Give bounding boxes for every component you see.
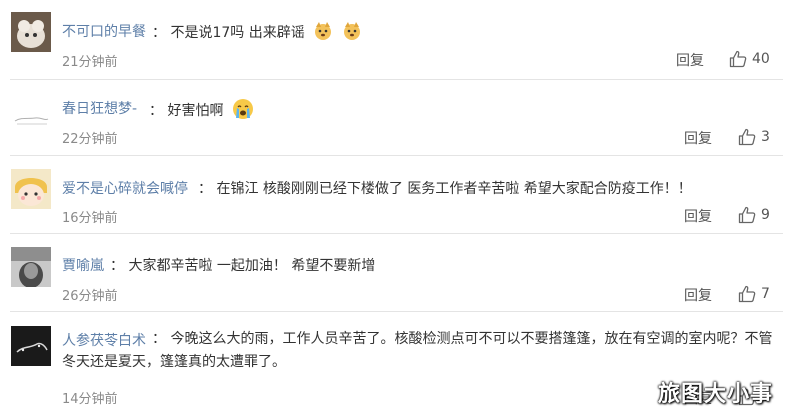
- comment-body: 不是说17吗 出来辟谣: [170, 25, 305, 41]
- comment-body: 今晚这么大的雨，工作人员辛苦了。核酸检测点可不可以不要搭篷篷，放在有空调的室内呢…: [62, 331, 773, 370]
- avatar[interactable]: [11, 169, 51, 209]
- author-separator: ：: [152, 331, 166, 347]
- comment-item: 春日狂想梦- ： 好害怕啊 22分钟前 回复 3: [0, 80, 795, 156]
- comment-time: 16分钟前: [62, 211, 118, 226]
- like-count: 40: [752, 51, 770, 67]
- comment-author[interactable]: 爱不是心碎就会喊停: [62, 178, 188, 198]
- comment-item: 賈喻嵐 ： 大家都辛苦啦 一起加油！ 希望不要新增 26分钟前 回复 7: [0, 234, 795, 312]
- dog-emoji-icon: [342, 21, 362, 45]
- like-button[interactable]: 3: [738, 128, 770, 146]
- author-separator: ：: [149, 103, 163, 119]
- like-button[interactable]: 9: [738, 206, 770, 224]
- avatar[interactable]: [11, 12, 51, 52]
- comment-author[interactable]: 賈喻嵐: [62, 255, 104, 275]
- comment-text: ： 大家都辛苦啦 一起加油！ 希望不要新增: [110, 255, 375, 275]
- like-count: 9: [761, 207, 770, 223]
- comment-time: 14分钟前: [62, 392, 118, 407]
- comment-body: 大家都辛苦啦 一起加油！ 希望不要新增: [128, 258, 376, 274]
- comment-item: 爱不是心碎就会喊停 ： 在锦江 核酸刚刚已经下楼做了 医务工作者辛苦啦 希望大家…: [0, 156, 795, 234]
- dog-emoji-icon: [313, 21, 333, 45]
- comment-author[interactable]: 不可口的早餐: [62, 21, 146, 41]
- comment-time: 21分钟前: [62, 55, 118, 70]
- reply-button[interactable]: 回复: [676, 50, 704, 70]
- comment-text: ： 不是说17吗 出来辟谣: [152, 21, 362, 45]
- thumbs-up-icon: [738, 128, 756, 146]
- comment-text: ： 今晚这么大的雨，工作人员辛苦了。核酸检测点可不可以不要搭篷篷，放在有空调的室…: [62, 328, 777, 374]
- comment-text: ： 在锦江 核酸刚刚已经下楼做了 医务工作者辛苦啦 希望大家配合防疫工作！！: [198, 178, 692, 198]
- comment-body: 好害怕啊: [167, 103, 224, 119]
- comment-text: ： 好害怕啊: [149, 98, 254, 124]
- like-count: 7: [761, 286, 770, 302]
- comment-item: 不可口的早餐 ： 不是说17吗 出来辟谣 21分钟前 回复 40: [0, 0, 795, 80]
- like-button[interactable]: 7: [738, 285, 770, 303]
- thumbs-up-icon: [738, 206, 756, 224]
- crying-face-icon: [232, 98, 254, 124]
- watermark: 旅图大小事: [657, 382, 773, 407]
- comment-time: 26分钟前: [62, 289, 118, 304]
- thumbs-up-icon: [738, 285, 756, 303]
- author-separator: ：: [110, 258, 124, 274]
- like-button[interactable]: 40: [729, 50, 770, 68]
- like-count: 3: [761, 129, 770, 145]
- avatar[interactable]: [11, 91, 51, 131]
- comment-time: 22分钟前: [62, 132, 118, 147]
- comment-body: 在锦江 核酸刚刚已经下楼做了 医务工作者辛苦啦 希望大家配合防疫工作！！: [216, 181, 692, 197]
- thumbs-up-icon: [729, 50, 747, 68]
- author-separator: ：: [152, 25, 166, 41]
- avatar[interactable]: [11, 247, 51, 287]
- author-separator: ：: [198, 181, 212, 197]
- reply-button[interactable]: 回复: [684, 128, 712, 148]
- avatar[interactable]: [11, 326, 51, 366]
- reply-button[interactable]: 回复: [684, 206, 712, 226]
- comment-author[interactable]: 春日狂想梦-: [62, 98, 137, 118]
- reply-button[interactable]: 回复: [684, 285, 712, 305]
